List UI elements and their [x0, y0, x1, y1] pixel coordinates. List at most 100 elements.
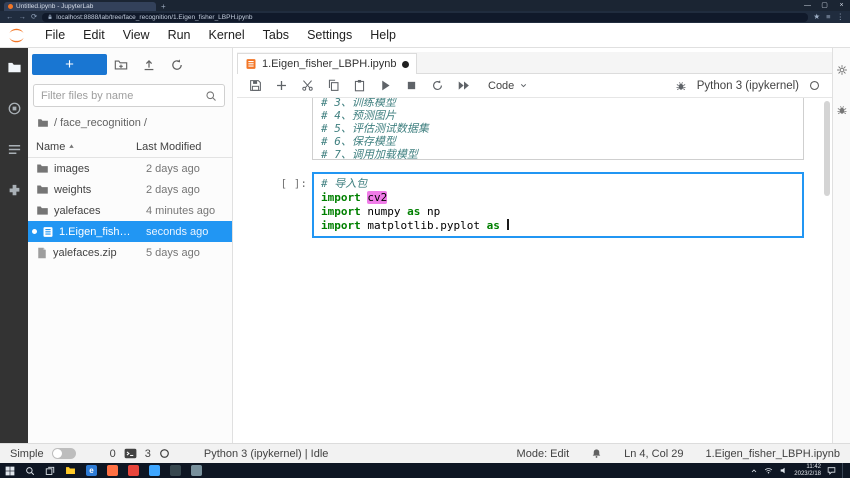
statusbar-filename[interactable]: 1.Eigen_fisher_LBPH.ipynb: [705, 448, 840, 460]
table-of-contents-icon[interactable]: [7, 142, 22, 157]
file-row-weights[interactable]: weights 2 days ago: [28, 179, 232, 200]
paste-icon[interactable]: [353, 79, 366, 92]
menu-settings[interactable]: Settings: [298, 23, 361, 48]
settings-app-icon[interactable]: [191, 465, 202, 476]
kernels-count[interactable]: 3: [145, 448, 151, 460]
file-explorer-icon[interactable]: [65, 465, 76, 476]
restart-run-all-icon[interactable]: [457, 79, 471, 92]
filter-files-input[interactable]: [41, 90, 205, 102]
file-row-yalefaces[interactable]: yalefaces 4 minutes ago: [28, 200, 232, 221]
kernel-status-idle-icon[interactable]: [809, 80, 820, 91]
menu-run[interactable]: Run: [159, 23, 200, 48]
vscode-icon[interactable]: [149, 465, 160, 476]
kernel-status-text[interactable]: Python 3 (ipykernel) | Idle: [204, 448, 329, 460]
volume-icon[interactable]: [779, 466, 788, 475]
browser-menu-icon[interactable]: ≡: [826, 11, 830, 23]
menu-help[interactable]: Help: [361, 23, 405, 48]
cursor-position[interactable]: Ln 4, Col 29: [624, 448, 683, 460]
screen: Untitled.ipynb - JupyterLab + — ▢ × ← → …: [0, 0, 850, 478]
breadcrumb[interactable]: / face_recognition /: [37, 115, 147, 130]
vertical-scrollbar-thumb[interactable]: [824, 101, 830, 196]
file-list-header: Name Last Modified: [28, 136, 232, 158]
tray-chevron-up-icon[interactable]: [750, 467, 758, 475]
more-options-icon[interactable]: ⋮: [837, 11, 845, 23]
show-desktop-button[interactable]: [842, 463, 845, 478]
jupyterlab-menu-bar: File Edit View Run Kernel Tabs Settings …: [0, 23, 850, 48]
firefox-browser-icon[interactable]: [107, 465, 118, 476]
code-cell-scrolled[interactable]: # 3、训练模型 # 4、预测图片 # 5、评估测试数据集 # 6、保存模型 #…: [312, 98, 804, 160]
kernel-sessions-icon[interactable]: [159, 448, 170, 459]
module-name: matplotlib.pyplot: [367, 219, 480, 232]
run-cell-icon[interactable]: [379, 79, 392, 92]
close-button[interactable]: ×: [833, 0, 850, 11]
code-comment: # 导入包: [321, 177, 367, 190]
clock-date: 2023/2/18: [794, 471, 821, 478]
cut-scissors-icon[interactable]: [301, 79, 314, 92]
edge-browser-icon[interactable]: e: [86, 465, 97, 476]
restart-kernel-icon[interactable]: [431, 79, 444, 92]
back-icon[interactable]: ←: [6, 11, 14, 23]
new-folder-icon[interactable]: [107, 58, 135, 72]
taskbar-clock[interactable]: 11:42 2023/2/18: [794, 464, 821, 477]
toolbar-kernel-area: Python 3 (ipykernel): [675, 80, 820, 92]
url-field[interactable]: localhost:8888/lab/tree/face_recognition…: [42, 13, 808, 22]
notification-center-icon[interactable]: [827, 466, 836, 475]
menu-edit[interactable]: Edit: [74, 23, 114, 48]
code-comment-line: # 5、评估测试数据集: [321, 122, 795, 135]
insert-cell-plus-icon[interactable]: [275, 79, 288, 92]
chrome-browser-icon[interactable]: [128, 465, 139, 476]
sort-ascending-icon: [68, 143, 75, 150]
new-launcher-button[interactable]: +: [32, 54, 107, 75]
extension-manager-puzzle-icon[interactable]: [7, 183, 22, 198]
copy-icon[interactable]: [327, 79, 340, 92]
column-name-label: Name: [36, 141, 65, 153]
file-browser-icon[interactable]: [7, 60, 22, 75]
running-sessions-icon[interactable]: [7, 101, 22, 116]
upload-icon[interactable]: [135, 58, 163, 72]
task-view-icon[interactable]: [45, 466, 55, 476]
notebook-tab[interactable]: 1.Eigen_fisher_LBPH.ipynb: [237, 53, 417, 74]
notification-bell-icon[interactable]: [591, 448, 602, 459]
maximize-button[interactable]: ▢: [816, 0, 833, 11]
debugger-bug-icon[interactable]: [836, 104, 848, 116]
code-comment-line: # 6、保存模型: [321, 135, 795, 148]
terminals-count[interactable]: 0: [110, 448, 116, 460]
terminal-app-icon[interactable]: [170, 465, 181, 476]
column-name[interactable]: Name: [36, 141, 136, 153]
interrupt-kernel-stop-icon[interactable]: [405, 79, 418, 92]
reload-icon[interactable]: ⟳: [31, 11, 37, 23]
cell-type-dropdown[interactable]: Code: [488, 80, 528, 92]
menu-tabs[interactable]: Tabs: [254, 23, 298, 48]
terminal-icon[interactable]: [124, 448, 137, 459]
browser-tab-title: Untitled.ipynb - JupyterLab: [16, 3, 93, 10]
left-activity-bar: [0, 48, 28, 443]
file-browser-panel: + / face_recognition / Name: [28, 48, 233, 443]
notebook-scroll-area[interactable]: # 3、训练模型 # 4、预测图片 # 5、评估测试数据集 # 6、保存模型 #…: [237, 98, 832, 443]
kernel-name[interactable]: Python 3 (ipykernel): [697, 80, 799, 92]
minimize-button[interactable]: —: [799, 0, 816, 11]
forward-icon[interactable]: →: [19, 11, 27, 23]
mode-indicator[interactable]: Mode: Edit: [517, 448, 570, 460]
property-inspector-gear-icon[interactable]: [836, 64, 848, 76]
file-row-notebook-selected[interactable]: 1.Eigen_fish… seconds ago: [28, 221, 232, 242]
menu-kernel[interactable]: Kernel: [200, 23, 254, 48]
menu-file[interactable]: File: [36, 23, 74, 48]
refresh-icon[interactable]: [163, 58, 191, 72]
column-last-modified[interactable]: Last Modified: [136, 141, 224, 153]
wifi-icon[interactable]: [764, 466, 773, 475]
file-row-zip[interactable]: yalefaces.zip 5 days ago: [28, 242, 232, 263]
windows-start-icon[interactable]: [5, 466, 15, 476]
active-code-cell[interactable]: # 导入包 import cv2 import numpy as np impo…: [312, 172, 804, 238]
file-row-images[interactable]: images 2 days ago: [28, 158, 232, 179]
new-tab-button[interactable]: +: [161, 2, 166, 11]
simple-mode-toggle[interactable]: [52, 448, 76, 459]
taskbar-search-icon[interactable]: [25, 466, 35, 476]
menu-view[interactable]: View: [114, 23, 159, 48]
code-comment-line: # 4、预测图片: [321, 109, 795, 122]
bug-debugger-icon[interactable]: [675, 80, 687, 92]
browser-tab[interactable]: Untitled.ipynb - JupyterLab: [4, 2, 156, 11]
bookmark-star-icon[interactable]: ★: [813, 11, 820, 23]
file-list: images 2 days ago weights 2 days ago yal…: [28, 158, 232, 263]
save-icon[interactable]: [249, 79, 262, 92]
unsaved-changes-dot[interactable]: [402, 61, 409, 68]
